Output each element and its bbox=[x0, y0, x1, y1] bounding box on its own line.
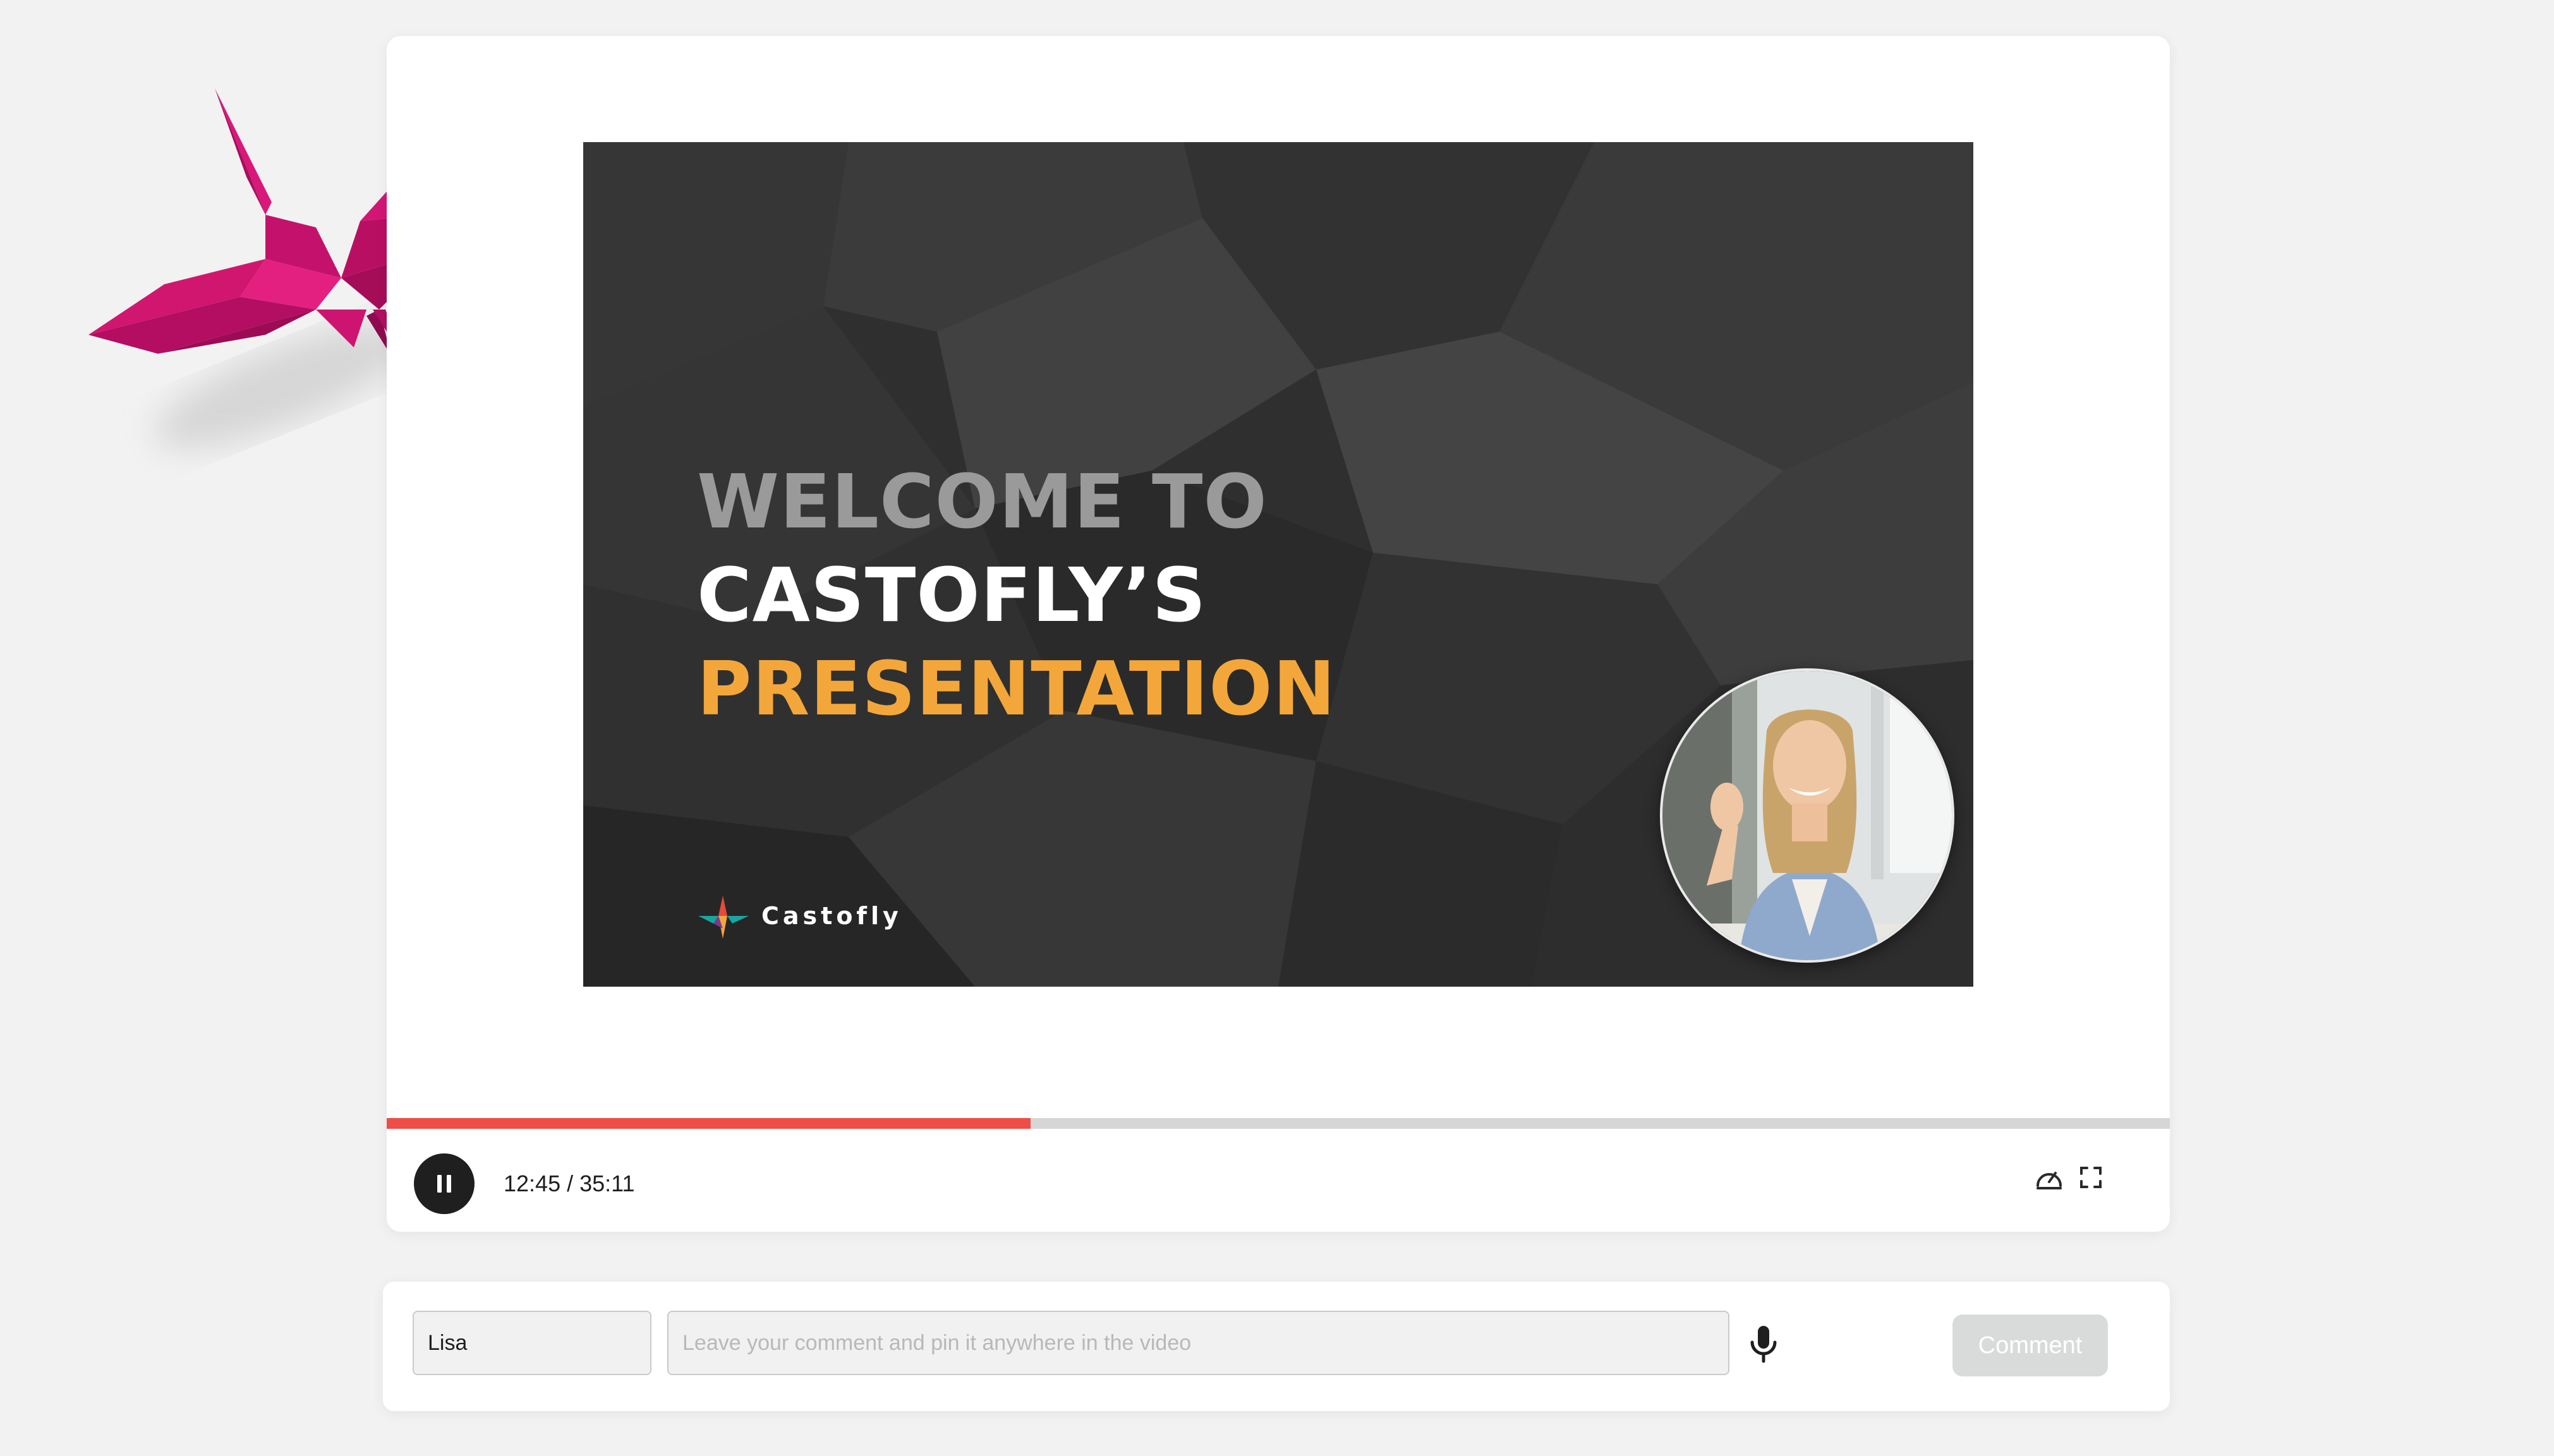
total-time: 35:11 bbox=[579, 1170, 635, 1196]
playback-speed-button[interactable] bbox=[2032, 1160, 2066, 1194]
fullscreen-icon bbox=[2080, 1167, 2102, 1188]
castofly-brand-name: Castofly bbox=[761, 902, 902, 930]
comment-input[interactable] bbox=[667, 1311, 1729, 1375]
pause-icon bbox=[437, 1175, 451, 1193]
name-field[interactable] bbox=[413, 1311, 651, 1375]
time-separator: / bbox=[560, 1170, 580, 1196]
video-player: WELCOME TO CASTOFLY’S PRESENTATION Casto… bbox=[387, 36, 2170, 1232]
microphone-button[interactable] bbox=[1743, 1322, 1784, 1366]
slide-title-line2: CASTOFLY’S bbox=[697, 551, 1207, 639]
slide-title-line3: PRESENTATION bbox=[697, 645, 1336, 732]
castofly-logo-icon bbox=[698, 896, 749, 939]
microphone-icon bbox=[1750, 1326, 1777, 1363]
fullscreen-button[interactable] bbox=[2074, 1160, 2108, 1194]
video-frame[interactable]: WELCOME TO CASTOFLY’S PRESENTATION Casto… bbox=[583, 142, 1973, 987]
time-display: 12:45 / 35:11 bbox=[504, 1170, 635, 1198]
presenter-photo bbox=[1662, 671, 1952, 960]
comment-bar: Comment bbox=[383, 1282, 2170, 1411]
castofly-brand: Castofly bbox=[696, 887, 902, 944]
presenter-webcam-bubble[interactable] bbox=[1660, 668, 1954, 963]
speed-icon bbox=[2037, 1172, 2062, 1189]
pause-button[interactable] bbox=[414, 1153, 475, 1214]
current-time: 12:45 bbox=[504, 1170, 561, 1196]
slide-title: WELCOME TO CASTOFLY’S PRESENTATION bbox=[697, 455, 1336, 735]
progress-bar[interactable] bbox=[387, 1118, 2170, 1129]
progress-bar-fill bbox=[387, 1118, 1031, 1129]
slide-title-line1: WELCOME TO bbox=[697, 458, 1268, 545]
comment-button[interactable]: Comment bbox=[1952, 1315, 2108, 1376]
